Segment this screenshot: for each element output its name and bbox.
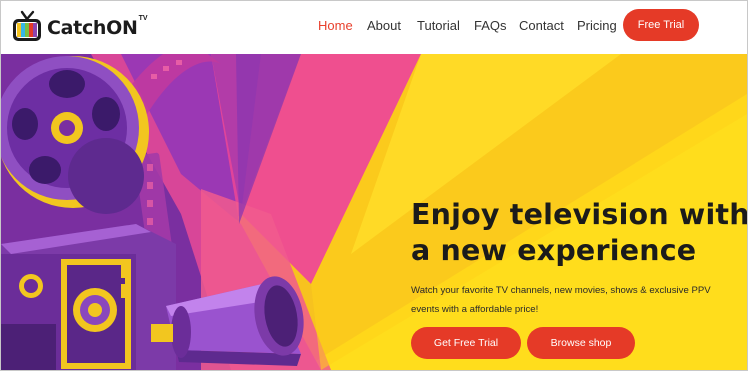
hero-description-line-1: Watch your favorite TV channels, new mov… (411, 285, 711, 296)
brand-name: CatchON (47, 17, 138, 39)
site-header: CatchON TV Home About Tutorial FAQs Cont… (1, 1, 747, 54)
nav-item-contact[interactable]: Contact (519, 18, 564, 33)
brand-superscript: TV (138, 14, 148, 22)
hero-headline-line-2: a new experience (411, 234, 697, 267)
nav-item-faqs[interactable]: FAQs (474, 18, 507, 33)
hero-headline: Enjoy television with a new experience (411, 197, 747, 269)
nav-item-home[interactable]: Home (318, 18, 353, 33)
browse-shop-button[interactable]: Browse shop (527, 327, 635, 359)
tv-logo-icon (11, 10, 43, 44)
get-free-trial-button[interactable]: Get Free Trial (411, 327, 521, 359)
hero-description: Watch your favorite TV channels, new mov… (411, 281, 741, 319)
nav-item-about[interactable]: About (367, 18, 401, 33)
nav-item-pricing[interactable]: Pricing (577, 18, 617, 33)
free-trial-button[interactable]: Free Trial (623, 9, 699, 41)
brand-logo[interactable]: CatchON TV (11, 8, 148, 46)
hero-banner: Enjoy television with a new experience W… (1, 54, 747, 370)
nav-item-tutorial[interactable]: Tutorial (417, 18, 460, 33)
hero-description-line-2: events with a affordable price! (411, 304, 539, 315)
hero-headline-line-1: Enjoy television with (411, 198, 747, 231)
page-frame: CatchON TV Home About Tutorial FAQs Cont… (0, 0, 748, 371)
